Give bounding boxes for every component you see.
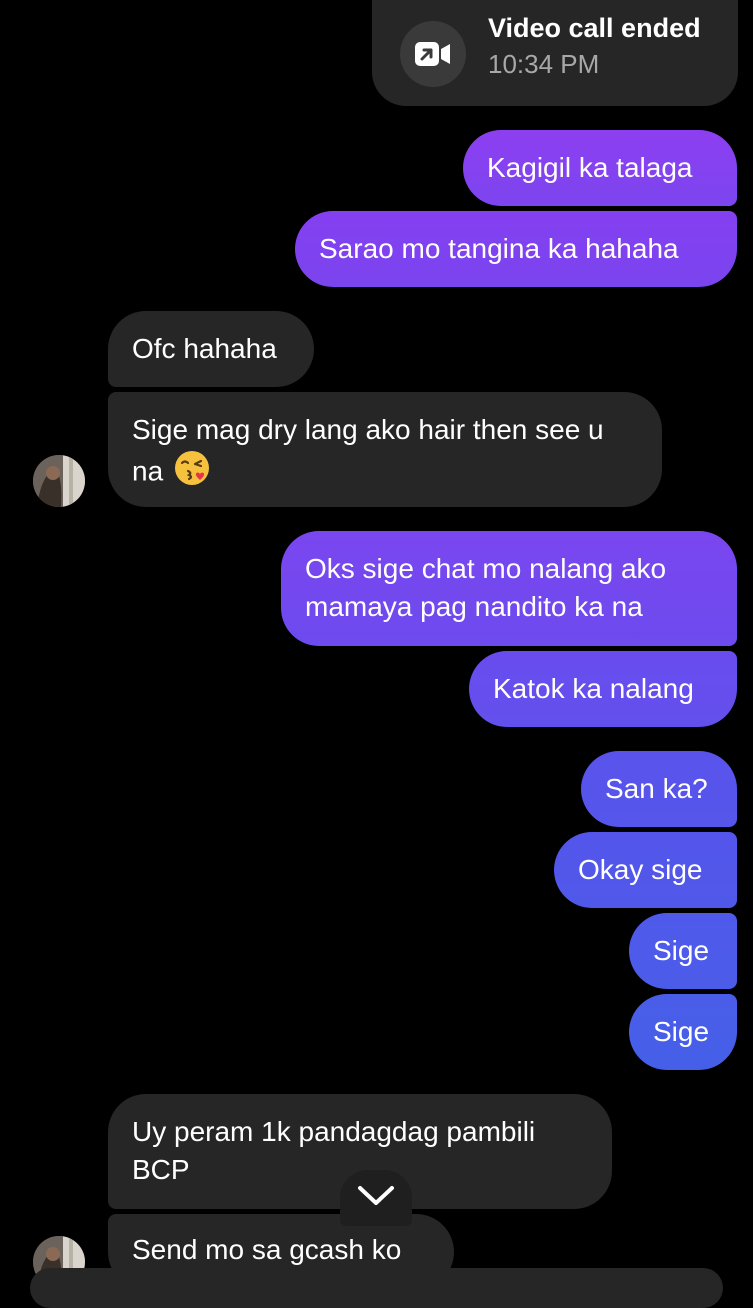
message-text: Oks sige chat mo nalang ako mamaya pag n… xyxy=(305,553,667,622)
message-composer-bar[interactable] xyxy=(30,1268,723,1308)
chevron-down-icon xyxy=(356,1184,396,1213)
call-event-time: 10:34 PM xyxy=(488,49,600,79)
message-incoming[interactable]: Ofc hahaha xyxy=(108,311,314,387)
message-outgoing[interactable]: Sige xyxy=(629,913,737,989)
call-event-title: Video call ended xyxy=(488,13,701,43)
message-outgoing[interactable]: Okay sige xyxy=(554,832,737,908)
message-text: Katok ka nalang xyxy=(493,673,694,704)
message-text: Kagigil ka talaga xyxy=(487,152,693,183)
message-text: Okay sige xyxy=(578,854,703,885)
message-text: Ofc hahaha xyxy=(132,333,277,364)
message-incoming[interactable]: Sige mag dry lang ako hair then see u na xyxy=(108,392,662,507)
message-text: San ka? xyxy=(605,773,708,804)
kissing-face-emoji-icon xyxy=(173,449,211,497)
message-outgoing[interactable]: Kagigil ka talaga xyxy=(463,130,737,206)
video-call-icon xyxy=(400,21,466,87)
message-outgoing[interactable]: Sarao mo tangina ka hahaha xyxy=(295,211,737,287)
message-outgoing[interactable]: Oks sige chat mo nalang ako mamaya pag n… xyxy=(281,531,737,646)
message-outgoing[interactable]: Sige xyxy=(629,994,737,1070)
message-text: Send mo sa gcash ko xyxy=(132,1234,402,1265)
contact-avatar[interactable] xyxy=(33,455,85,507)
message-outgoing[interactable]: San ka? xyxy=(581,751,737,827)
message-text: Sige xyxy=(653,935,710,966)
message-outgoing[interactable]: Katok ka nalang xyxy=(469,651,737,727)
message-text: Sige xyxy=(653,1016,710,1047)
scroll-to-bottom-button[interactable] xyxy=(340,1170,412,1226)
video-call-ended-card[interactable]: Video call ended 10:34 PM xyxy=(372,0,738,106)
message-text: Sige mag dry lang ako hair then see u na xyxy=(132,411,638,497)
message-text: Sarao mo tangina ka hahaha xyxy=(319,233,679,264)
